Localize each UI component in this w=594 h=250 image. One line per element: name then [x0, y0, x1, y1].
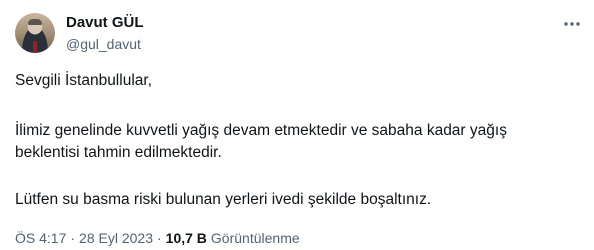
author-handle[interactable]: @gul_davut	[66, 35, 141, 53]
more-horizontal-icon	[564, 22, 580, 26]
views-label: Görüntülenme	[210, 230, 300, 246]
tweet-metadata: ÖS 4:17 · 28 Eyl 2023 · 10,7 B Görüntüle…	[15, 229, 300, 247]
meta-separator: ·	[157, 230, 162, 246]
tweet-text-paragraph-2-line-2: beklentisi tahmin edilmektedir.	[15, 144, 222, 161]
avatar-tie	[33, 41, 37, 53]
avatar-hair	[28, 19, 42, 25]
tweet-text-paragraph-2-line-1: İlimiz genelinde kuvvetli yağış devam et…	[15, 122, 507, 139]
author-display-name[interactable]: Davut GÜL	[66, 14, 144, 32]
tweet-text-paragraph-3: Lütfen su basma riski bulunan yerleri iv…	[15, 191, 432, 208]
tweet-time-link[interactable]: ÖS 4:17	[15, 229, 66, 247]
tweet-date-link[interactable]: 28 Eyl 2023	[79, 229, 153, 247]
meta-separator: ·	[70, 230, 76, 246]
views-count: 10,7 B	[165, 230, 207, 246]
more-options-button[interactable]	[558, 14, 586, 34]
avatar[interactable]	[15, 13, 55, 53]
tweet-text-paragraph-1: Sevgili İstanbullular,	[15, 72, 152, 89]
tweet-card: Davut GÜL @gul_davut Sevgili İstanbullul…	[0, 0, 594, 250]
